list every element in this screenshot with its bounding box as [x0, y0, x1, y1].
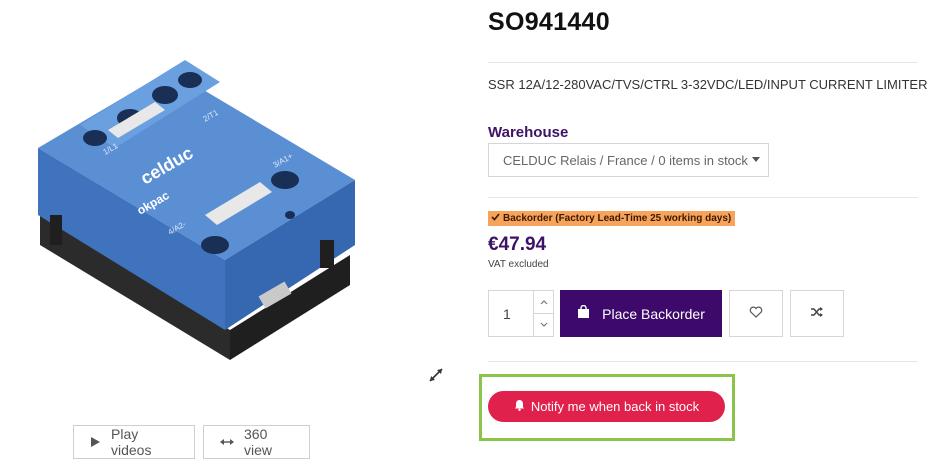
add-to-compare-button[interactable]	[790, 290, 844, 337]
vat-note: VAT excluded	[488, 259, 549, 270]
product-sku-title: SO941440	[488, 8, 610, 36]
warehouse-selected-value: CELDUC Relais / France / 0 items in stoc…	[503, 152, 748, 168]
divider	[488, 197, 918, 198]
product-description: SSR 12A/12-280VAC/TVS/CTRL 3-32VDC/LED/I…	[488, 77, 928, 92]
shuffle-icon	[810, 305, 824, 323]
warehouse-label: Warehouse	[488, 124, 569, 141]
shopping-bag-icon	[577, 304, 590, 322]
play-videos-label: Play videos	[111, 426, 152, 458]
check-icon	[491, 213, 500, 224]
backorder-badge: Backorder (Factory Lead-Time 25 working …	[488, 211, 736, 226]
quantity-decrement-button[interactable]	[533, 313, 553, 336]
divider	[488, 62, 918, 63]
notify-label: Notify me when back in stock	[530, 399, 700, 414]
360-view-label: 360 view	[244, 426, 273, 458]
media-buttons: Play videos 360 view	[73, 425, 310, 459]
backorder-badge-text: Backorder (Factory Lead-Time 25 working …	[503, 213, 732, 224]
arrows-horizontal-icon	[220, 438, 234, 446]
play-icon	[90, 436, 101, 448]
play-videos-button[interactable]: Play videos	[73, 425, 195, 459]
quantity-stepper[interactable]: 1	[488, 290, 554, 337]
expand-arrows-icon[interactable]	[428, 367, 444, 383]
quantity-increment-button[interactable]	[533, 291, 553, 314]
add-to-wishlist-button[interactable]	[729, 290, 783, 337]
product-image[interactable]: celduc okpac 1/L1 2/T1 3/A1+ 4/A2-	[20, 30, 380, 375]
notify-back-in-stock-button[interactable]: Notify me when back in stock	[488, 391, 725, 422]
caret-down-icon	[752, 157, 760, 162]
price: €47.94	[488, 234, 547, 255]
quantity-value[interactable]: 1	[503, 306, 511, 322]
place-backorder-label: Place Backorder	[602, 305, 705, 322]
360-view-button[interactable]: 360 view	[203, 425, 310, 459]
bell-icon	[514, 399, 525, 414]
heart-icon	[749, 305, 763, 323]
divider	[488, 361, 918, 362]
place-backorder-button[interactable]: Place Backorder	[560, 290, 722, 337]
warehouse-select[interactable]: CELDUC Relais / France / 0 items in stoc…	[488, 143, 769, 177]
